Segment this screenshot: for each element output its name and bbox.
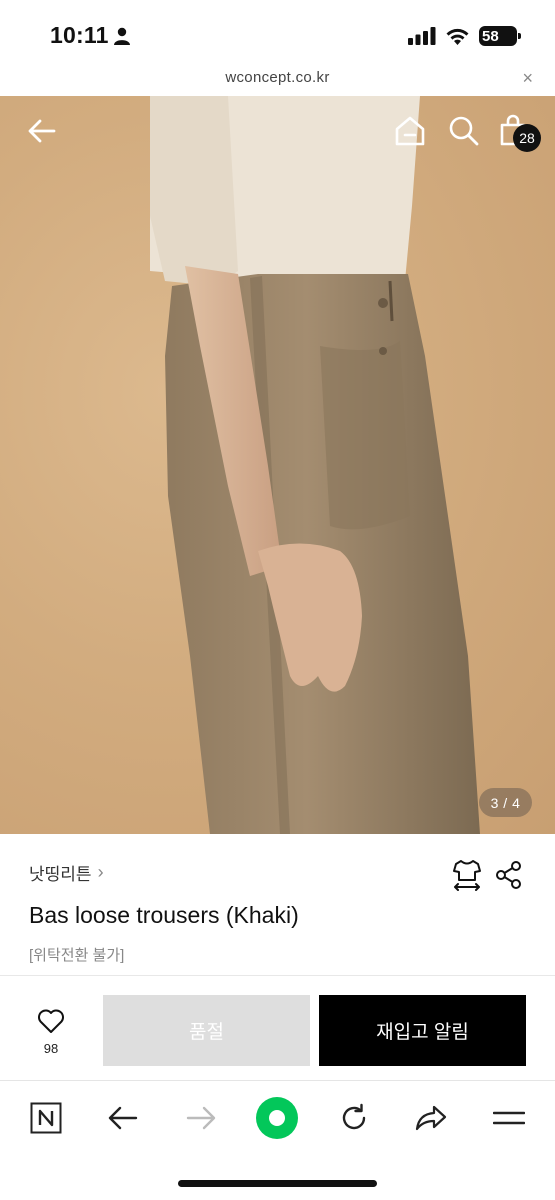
image-page-indicator: 3 / 4 [479, 788, 532, 817]
status-indicators: 58 [408, 26, 521, 46]
url-text[interactable]: wconcept.co.kr [0, 69, 555, 86]
forward-arrow-icon[interactable] [179, 1096, 223, 1140]
share-arrow-icon[interactable] [409, 1096, 453, 1140]
cart-count-badge: 28 [513, 124, 541, 152]
status-bar: 10:11 58 [0, 0, 555, 62]
product-title: Bas loose trousers (Khaki) [29, 902, 299, 928]
like-button[interactable]: 98 [27, 1008, 75, 1056]
product-note: [위탁전환 불가] [29, 947, 125, 964]
search-icon[interactable] [446, 113, 482, 149]
brand-link[interactable]: 낫띵리튼 › [29, 860, 104, 885]
page: 10:11 58 wconcept.co.kr × 28 3 / 4 낫띵리튼 … [0, 0, 555, 1200]
cellular-signal-icon [408, 27, 436, 45]
divider [0, 975, 555, 976]
wifi-icon [446, 28, 469, 45]
like-count: 98 [43, 1041, 59, 1056]
back-arrow-icon[interactable] [101, 1096, 145, 1140]
reload-icon[interactable] [332, 1096, 376, 1140]
home-indicator [178, 1180, 377, 1187]
product-photo [150, 96, 480, 834]
heart-icon[interactable] [37, 1008, 65, 1034]
menu-icon[interactable] [487, 1096, 531, 1140]
home-icon[interactable] [392, 113, 428, 149]
restock-alert-button[interactable]: 재입고 알림 [319, 995, 526, 1066]
green-circle-icon[interactable] [255, 1096, 299, 1140]
naver-n-icon[interactable] [24, 1096, 68, 1140]
url-bar[interactable]: wconcept.co.kr × [0, 62, 555, 96]
close-icon[interactable]: × [522, 68, 533, 89]
brand-name[interactable]: 낫띵리튼 [29, 860, 92, 885]
product-image-carousel[interactable]: 28 3 / 4 [0, 96, 555, 834]
back-icon[interactable] [24, 113, 60, 149]
person-icon [114, 27, 130, 45]
share-icon[interactable] [495, 860, 523, 890]
size-guide-icon[interactable] [452, 858, 482, 892]
status-time: 10:11 [50, 22, 109, 48]
battery-level: 58 [482, 27, 499, 45]
soldout-button: 품절 [103, 995, 310, 1066]
battery-indicator: 58 [479, 26, 521, 46]
chevron-right-icon: › [97, 862, 104, 882]
